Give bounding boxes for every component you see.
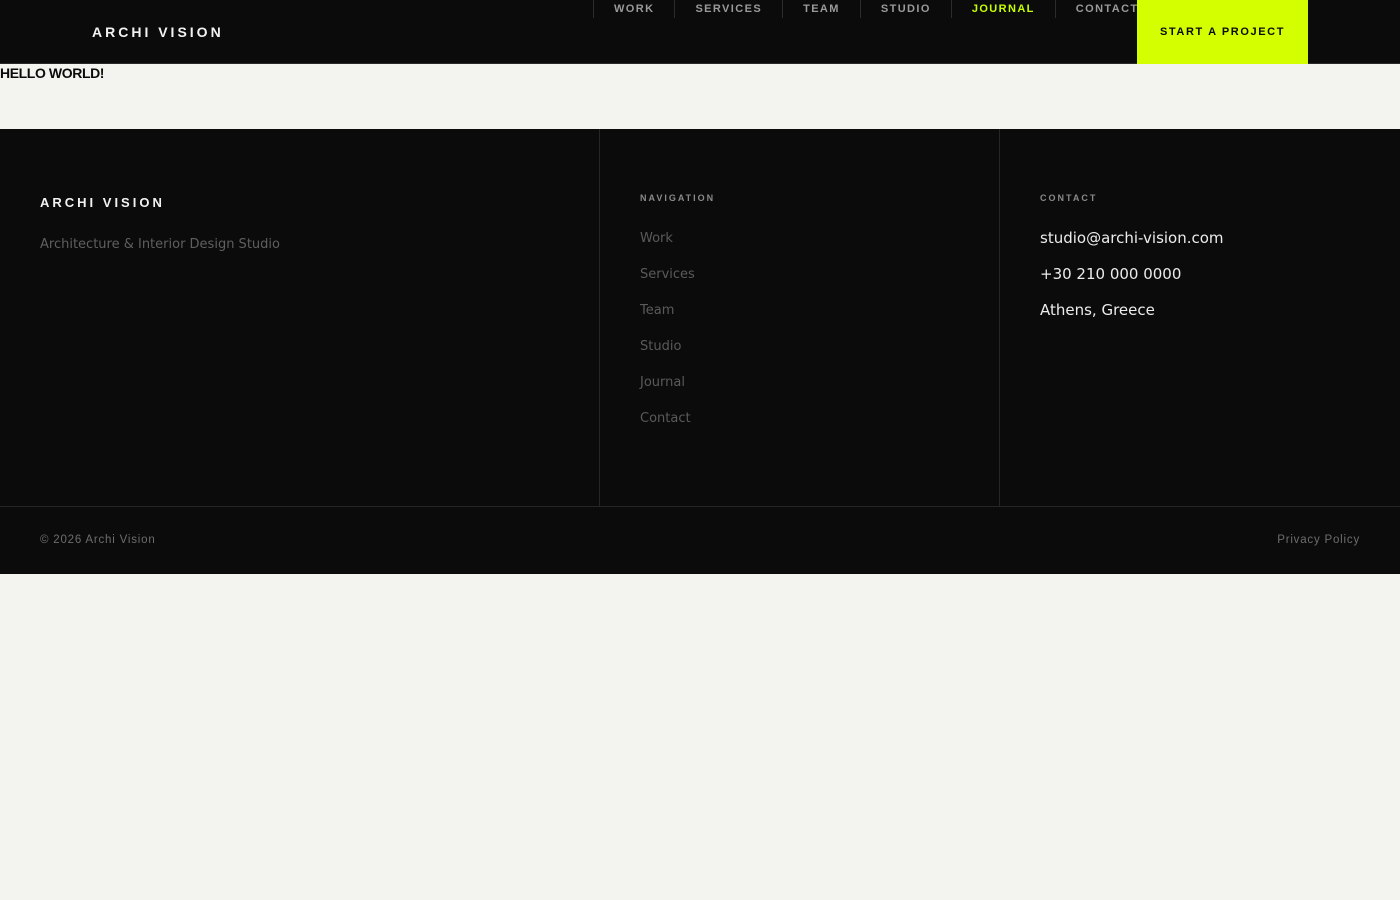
page-heading: HELLO WORLD! bbox=[0, 65, 105, 81]
main-nav: WORK SERVICES TEAM STUDIO JOURNAL CONTAC… bbox=[593, 0, 1159, 18]
footer-nav-list: Work Services Team Studio Journal Contac… bbox=[640, 230, 695, 446]
footer-brand-column: ARCHI VISION Architecture & Interior Des… bbox=[0, 129, 600, 507]
footer-nav-item-services[interactable]: Services bbox=[640, 266, 695, 302]
nav-item-services[interactable]: SERVICES bbox=[674, 0, 782, 18]
contact-email-link[interactable]: studio@archi-vision.com bbox=[1040, 228, 1224, 264]
footer-brand: ARCHI VISION bbox=[40, 195, 165, 210]
nav-item-team[interactable]: TEAM bbox=[782, 0, 860, 18]
start-project-button[interactable]: START A PROJECT bbox=[1137, 0, 1308, 64]
footer-nav-item-work[interactable]: Work bbox=[640, 230, 695, 266]
contact-phone-link[interactable]: +30 210 000 0000 bbox=[1040, 264, 1224, 300]
nav-item-journal[interactable]: JOURNAL bbox=[950, 0, 1055, 18]
contact-list: studio@archi-vision.com +30 210 000 0000… bbox=[1040, 228, 1224, 336]
footer-nav-item-team[interactable]: Team bbox=[640, 302, 695, 338]
brand-logo[interactable]: ARCHI VISION bbox=[92, 24, 224, 40]
footer-contact-heading: CONTACT bbox=[1040, 193, 1098, 203]
main-content: HELLO WORLD! bbox=[0, 64, 1400, 129]
site-header: ARCHI VISION WORK SERVICES TEAM STUDIO J… bbox=[0, 0, 1400, 64]
footer-nav-item-journal[interactable]: Journal bbox=[640, 374, 695, 410]
footer-nav-item-contact[interactable]: Contact bbox=[640, 410, 695, 446]
footer-navigation-column: NAVIGATION Work Services Team Studio Jou… bbox=[600, 129, 1000, 507]
privacy-policy-link[interactable]: Privacy Policy bbox=[1277, 533, 1360, 547]
footer-contact-column: CONTACT studio@archi-vision.com +30 210 … bbox=[1000, 129, 1400, 507]
footer-tagline: Architecture & Interior Design Studio bbox=[40, 237, 280, 252]
nav-item-studio[interactable]: STUDIO bbox=[859, 0, 951, 18]
nav-item-work[interactable]: WORK bbox=[593, 0, 674, 18]
footer-nav-item-studio[interactable]: Studio bbox=[640, 338, 695, 374]
contact-location: Athens, Greece bbox=[1040, 301, 1155, 319]
site-footer: ARCHI VISION Architecture & Interior Des… bbox=[0, 129, 1400, 574]
copyright-text: © 2026 Archi Vision bbox=[40, 534, 156, 546]
footer-navigation-heading: NAVIGATION bbox=[640, 193, 716, 203]
footer-columns: ARCHI VISION Architecture & Interior Des… bbox=[0, 129, 1400, 507]
